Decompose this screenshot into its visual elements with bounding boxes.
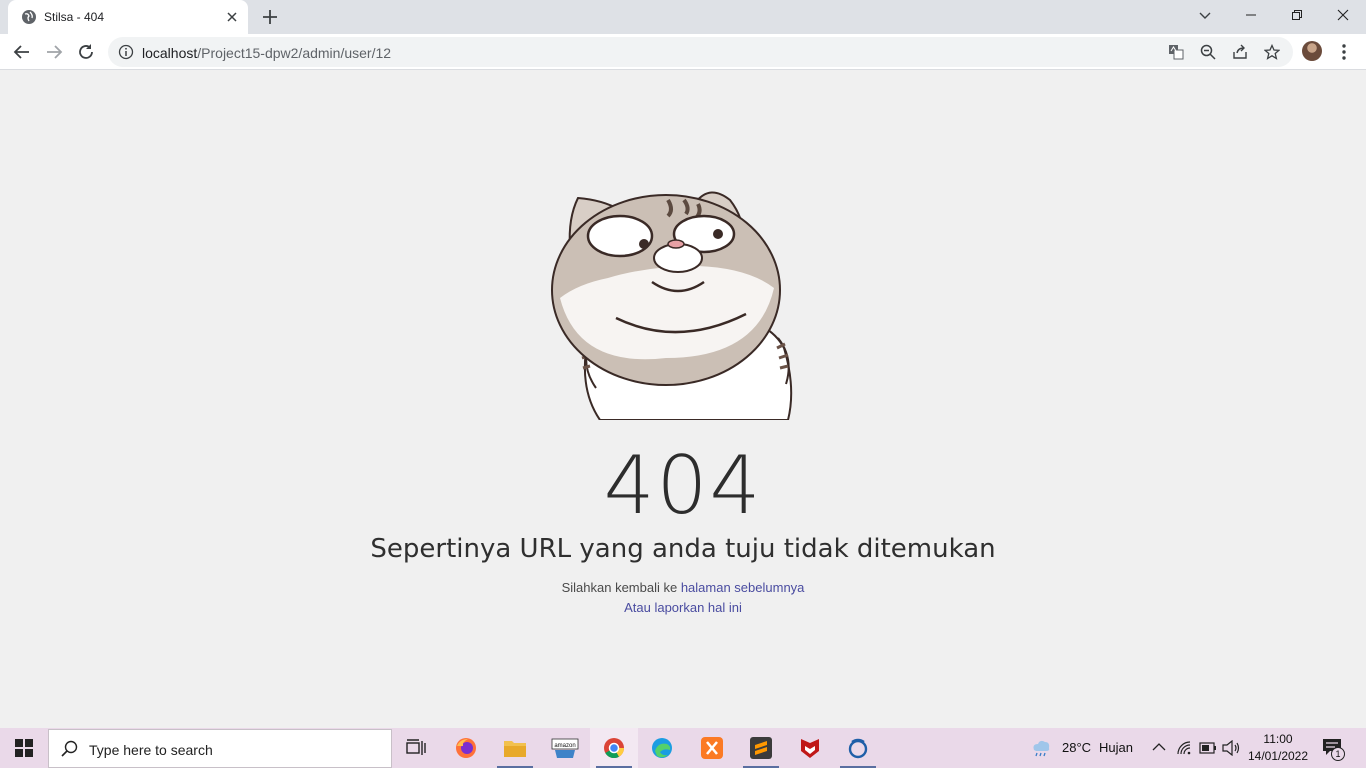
amazon-icon: amazon xyxy=(551,738,579,758)
share-icon xyxy=(1233,44,1247,59)
translate-icon xyxy=(1169,45,1184,60)
reload-icon xyxy=(79,44,93,59)
back-arrow-icon xyxy=(13,45,29,59)
chrome-app[interactable] xyxy=(590,728,638,768)
weather-label[interactable]: Hujan xyxy=(1099,740,1133,755)
restore-button[interactable] xyxy=(1274,0,1320,30)
share-button[interactable] xyxy=(1231,43,1249,61)
zoom-out-icon xyxy=(1200,44,1216,60)
system-clock[interactable]: 11:00 14/01/2022 xyxy=(1240,731,1316,765)
forward-arrow-icon xyxy=(47,45,63,59)
wifi-icon[interactable] xyxy=(1176,740,1192,756)
minimize-button[interactable] xyxy=(1228,0,1274,30)
browser-tab[interactable]: Stilsa - 404 xyxy=(8,0,248,34)
minimize-icon xyxy=(1246,14,1256,16)
back-instruction: Silahkan kembali ke halaman sebelumnya xyxy=(0,580,1366,595)
ring-app-icon xyxy=(848,738,868,759)
report-link[interactable]: laporkan hal ini xyxy=(654,600,741,615)
profile-avatar[interactable] xyxy=(1302,41,1322,61)
firefox-icon xyxy=(456,738,476,758)
back-instruction-text: Silahkan kembali ke xyxy=(561,580,681,595)
forward-button[interactable] xyxy=(42,40,66,64)
report-instruction-text: Atau xyxy=(624,600,655,615)
notification-center-button[interactable]: 1 xyxy=(1322,738,1346,761)
sublime-text-app[interactable] xyxy=(737,728,785,768)
page-content: 404 Sepertinya URL yang anda tuju tidak … xyxy=(0,71,1366,728)
close-tab-icon[interactable] xyxy=(224,9,240,25)
task-view-icon xyxy=(406,739,426,755)
error-code: 404 xyxy=(603,439,763,532)
url-host: localhost xyxy=(142,45,198,61)
taskbar: Type here to search amazon 28°C Hujan 11… xyxy=(0,728,1366,768)
windows-logo-icon xyxy=(15,739,33,757)
battery-icon[interactable] xyxy=(1199,742,1217,754)
cat-illustration xyxy=(551,191,793,420)
mcafee-shield-icon xyxy=(801,739,819,758)
tab-search-button[interactable] xyxy=(1182,0,1228,30)
zoom-button[interactable] xyxy=(1199,43,1217,61)
mcafee-app[interactable] xyxy=(786,728,834,768)
browser-toolbar: localhost/Project15-dpw2/admin/user/12 xyxy=(0,34,1366,70)
task-view-button[interactable] xyxy=(392,728,440,768)
reload-button[interactable] xyxy=(74,40,98,64)
search-placeholder: Type here to search xyxy=(89,742,213,758)
file-explorer-app[interactable] xyxy=(491,728,539,768)
address-bar[interactable]: localhost/Project15-dpw2/admin/user/12 xyxy=(108,37,1293,67)
star-icon xyxy=(1264,44,1280,60)
firefox-app[interactable] xyxy=(442,728,490,768)
error-headline: Sepertinya URL yang anda tuju tidak dite… xyxy=(370,534,996,564)
url-path: /Project15-dpw2/admin/user/12 xyxy=(197,45,392,61)
back-button[interactable] xyxy=(10,40,34,64)
volume-icon[interactable] xyxy=(1222,740,1240,756)
close-icon xyxy=(1337,9,1349,21)
chevron-down-icon xyxy=(1199,12,1211,19)
amazon-app[interactable]: amazon xyxy=(541,728,589,768)
weather-temp[interactable]: 28°C xyxy=(1062,740,1091,755)
bookmark-button[interactable] xyxy=(1263,43,1281,61)
report-instruction: Atau laporkan hal ini xyxy=(0,600,1366,615)
globe-icon xyxy=(22,10,36,24)
restore-icon xyxy=(1292,10,1302,20)
more-menu-icon[interactable] xyxy=(1336,40,1352,64)
chevron-up-icon[interactable] xyxy=(1152,742,1166,752)
close-window-button[interactable] xyxy=(1320,0,1366,30)
edge-icon xyxy=(652,738,672,758)
tab-strip: Stilsa - 404 xyxy=(0,0,1366,34)
xampp-app[interactable] xyxy=(688,728,736,768)
clock-time: 11:00 xyxy=(1263,732,1293,746)
taskbar-search[interactable]: Type here to search xyxy=(48,729,392,768)
notification-badge: 1 xyxy=(1331,747,1345,761)
folder-icon xyxy=(504,741,526,757)
previous-page-link[interactable]: halaman sebelumnya xyxy=(681,580,805,595)
search-icon xyxy=(61,740,78,757)
other-app[interactable] xyxy=(834,728,882,768)
edge-app[interactable] xyxy=(638,728,686,768)
clock-date: 14/01/2022 xyxy=(1247,749,1309,763)
translate-button[interactable] xyxy=(1167,43,1185,61)
chrome-icon xyxy=(604,738,625,759)
weather-rain-icon[interactable] xyxy=(1030,738,1052,758)
url-text[interactable]: localhost/Project15-dpw2/admin/user/12 xyxy=(142,45,391,61)
start-button[interactable] xyxy=(0,728,48,768)
new-tab-icon[interactable] xyxy=(260,7,280,27)
xampp-icon xyxy=(701,737,723,759)
sublime-text-icon xyxy=(750,737,772,759)
tab-title: Stilsa - 404 xyxy=(44,10,105,24)
info-icon[interactable] xyxy=(118,44,134,60)
svg-text:amazon: amazon xyxy=(554,743,575,749)
